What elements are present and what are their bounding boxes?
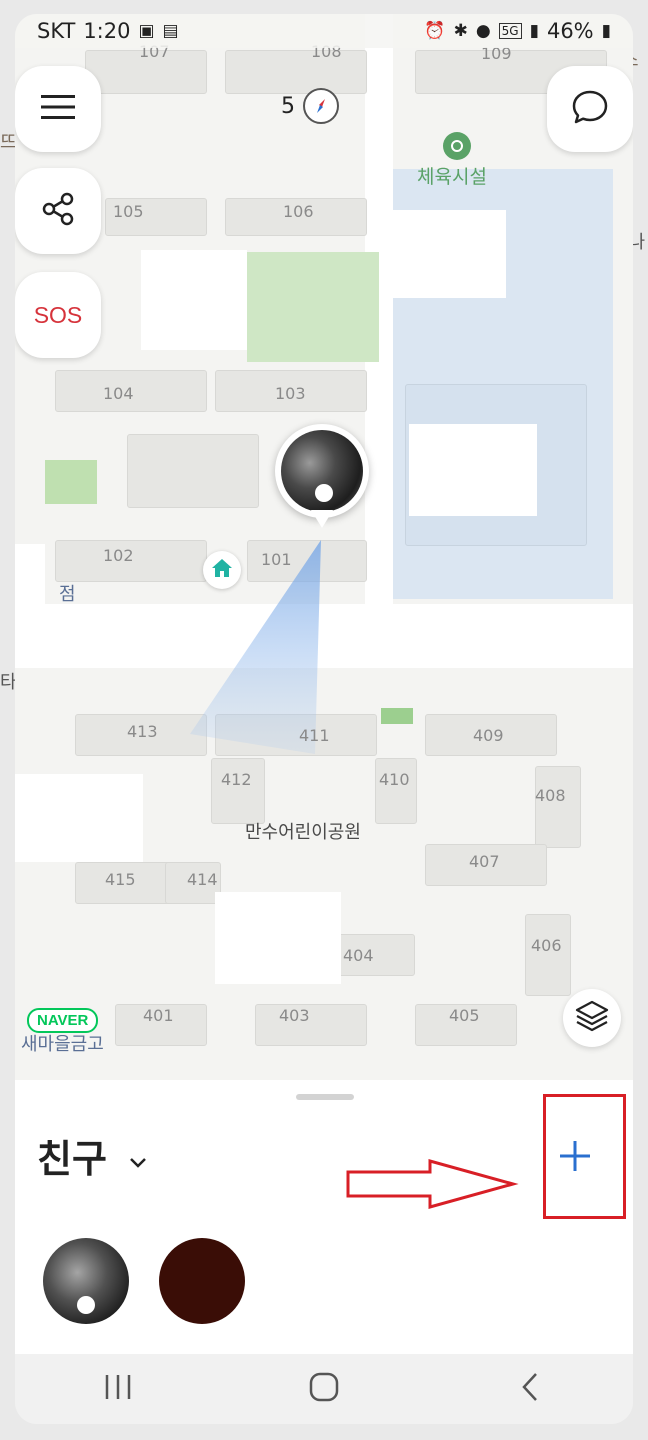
block-408 (535, 766, 581, 848)
chevron-down-icon (129, 1134, 147, 1178)
building-label: 406 (531, 936, 562, 955)
share-button[interactable] (15, 168, 101, 254)
add-friend-button[interactable] (545, 1128, 605, 1188)
alarm-icon: ⏰ (424, 21, 446, 41)
user-avatar (281, 430, 363, 512)
hamburger-icon (41, 94, 75, 124)
calendar-icon: ▤ (162, 21, 179, 41)
block-406 (525, 914, 571, 996)
naver-logo: NAVER (27, 1008, 99, 1033)
building-label: 401 (143, 1006, 174, 1025)
location-icon: ● (475, 21, 491, 41)
building-label: 105 (113, 202, 144, 221)
compass-control[interactable]: 5 (281, 88, 339, 124)
compass-icon (303, 88, 339, 124)
map-view[interactable]: 107 108 109 105 106 104 103 102 101 413 … (15, 14, 633, 1080)
home-icon (210, 557, 234, 583)
building-label: 104 (103, 384, 134, 403)
sheet-title: 친구 (37, 1137, 107, 1181)
compass-value: 5 (281, 93, 295, 119)
building-label: 408 (535, 786, 566, 805)
redacted-area (15, 544, 45, 624)
building-label: 415 (105, 870, 136, 889)
building-label: 411 (299, 726, 330, 745)
signal-icon: ▮ (529, 21, 539, 41)
building-label: 404 (343, 946, 374, 965)
friends-sheet[interactable]: 친구 (15, 1080, 633, 1354)
share-icon (40, 191, 76, 231)
building-label: 414 (187, 870, 218, 889)
my-location-marker[interactable] (275, 424, 369, 528)
friend-avatar[interactable] (159, 1238, 245, 1324)
annotation-arrow (346, 1159, 519, 1209)
friend-avatar[interactable] (43, 1238, 129, 1324)
back-button[interactable] (500, 1364, 560, 1414)
back-icon (520, 1372, 540, 1406)
network-badge: 5G (498, 23, 522, 39)
edge-label-left-mid: 점 (59, 584, 76, 605)
clock: 1:20 (83, 19, 131, 43)
sheet-drag-handle[interactable] (296, 1094, 354, 1100)
recent-apps-icon (103, 1373, 133, 1405)
system-nav-bar (15, 1354, 633, 1424)
building-label: 101 (261, 550, 292, 569)
sports-facility-label: 체육시설 (417, 166, 487, 188)
park-name-label: 만수어린이공원 (245, 822, 361, 843)
small-green (381, 708, 413, 724)
redacted-area (215, 892, 341, 984)
friends-list (43, 1238, 245, 1324)
redacted-area (15, 774, 143, 862)
redacted-area (409, 424, 537, 516)
sos-button[interactable]: SOS (15, 272, 101, 358)
building-label: 412 (221, 770, 252, 789)
building-label: 405 (449, 1006, 480, 1025)
bluetooth-icon: ✱ (453, 21, 468, 41)
main-road (15, 604, 633, 668)
battery-percent: 46% (546, 19, 594, 43)
redacted-area (382, 210, 506, 298)
building-label: 413 (127, 722, 158, 741)
friends-dropdown[interactable]: 친구 (37, 1128, 147, 1183)
home-nav-icon (309, 1372, 339, 1406)
building-label: 403 (279, 1006, 310, 1025)
building-label: 102 (103, 546, 134, 565)
block-403 (255, 1004, 367, 1046)
menu-button[interactable] (15, 66, 101, 152)
building-label: 409 (473, 726, 504, 745)
layers-icon (574, 999, 610, 1037)
redacted-area (141, 250, 247, 350)
building-label: 407 (469, 852, 500, 871)
block-410 (375, 758, 417, 824)
phone-screen: 107 108 109 105 106 104 103 102 101 413 … (15, 14, 633, 1424)
battery-icon: ▮ (601, 21, 611, 41)
sos-label: SOS (33, 301, 83, 328)
building-label: 106 (283, 202, 314, 221)
home-marker[interactable] (203, 551, 241, 589)
chat-bubble-icon (571, 88, 609, 130)
building-label: 410 (379, 770, 410, 789)
status-bar: SKT 1:20 ▣ ▤ ⏰ ✱ ● 5G ▮ 46% ▮ (15, 14, 633, 48)
home-button[interactable] (294, 1364, 354, 1414)
gallery-icon: ▣ (138, 21, 155, 41)
edge-label-left-bottom: 새마을금고 (21, 1034, 104, 1055)
block-412 (211, 758, 265, 824)
chat-button[interactable] (547, 66, 633, 152)
green-field (247, 252, 379, 362)
sports-facility-icon[interactable] (443, 132, 471, 160)
building-label: 103 (275, 384, 306, 403)
carrier-label: SKT (37, 19, 76, 43)
tennis-court (45, 460, 97, 504)
block-411 (215, 714, 377, 756)
layers-button[interactable] (563, 989, 621, 1047)
block-parking (127, 434, 259, 508)
recent-apps-button[interactable] (88, 1364, 148, 1414)
plus-icon (558, 1139, 592, 1177)
